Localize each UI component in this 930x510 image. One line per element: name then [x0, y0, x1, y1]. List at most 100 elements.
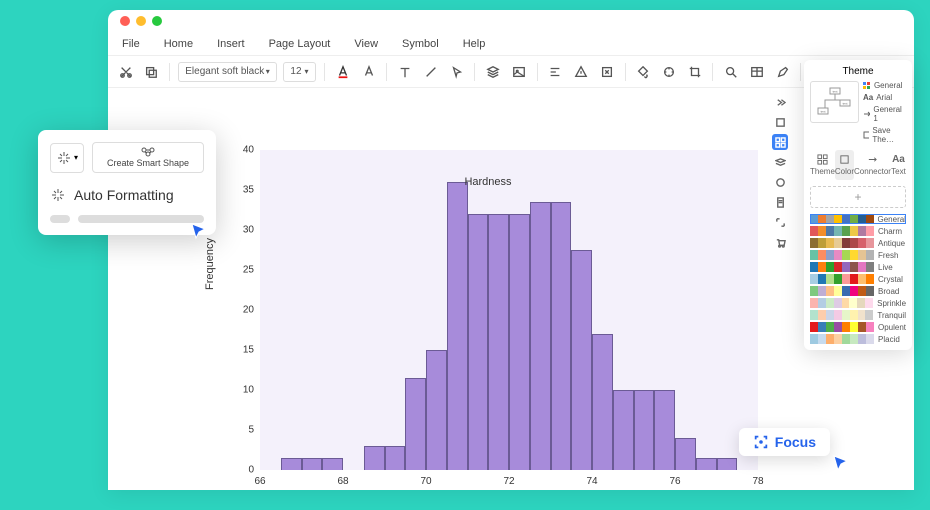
histogram-bar [530, 202, 551, 470]
histogram-bar [551, 202, 572, 470]
menu-file[interactable]: File [122, 38, 140, 50]
y-tick: 5 [248, 425, 254, 436]
menu-view[interactable]: View [354, 38, 378, 50]
histogram-bar [613, 390, 634, 470]
focus-button[interactable]: Focus [739, 428, 830, 456]
histogram-bar [426, 350, 447, 470]
histogram-bar [385, 446, 406, 470]
menu-page-layout[interactable]: Page Layout [269, 38, 331, 50]
cart-icon[interactable] [772, 234, 788, 250]
color-scheme-row[interactable]: Tranquil [810, 310, 906, 320]
x-tick: 66 [254, 476, 265, 487]
spark-icon[interactable]: ▾ [50, 143, 84, 173]
maximize-icon[interactable] [152, 16, 162, 26]
theme-thumbnail[interactable]: texttexttext [810, 81, 859, 123]
y-tick: 35 [243, 185, 254, 196]
cut-icon[interactable] [116, 62, 136, 82]
circle-icon[interactable] [772, 174, 788, 190]
color-scheme-label: General [878, 215, 906, 224]
app-window: File Home Insert Page Layout View Symbol… [108, 10, 914, 490]
tab-color[interactable]: Color [835, 150, 854, 180]
close-icon[interactable] [120, 16, 130, 26]
theme-panel-title: Theme [810, 66, 906, 77]
color-scheme-row[interactable]: General [810, 214, 906, 224]
side-toolbar [770, 88, 790, 250]
format-slider[interactable] [50, 215, 204, 223]
color-scheme-label: Opulent [878, 323, 906, 332]
x-axis-label: Hardness [464, 176, 511, 188]
histogram-bar [468, 214, 489, 470]
grid-icon[interactable] [772, 134, 788, 150]
pointer-icon[interactable] [447, 62, 467, 82]
layers-icon[interactable] [483, 62, 503, 82]
link-icon[interactable] [597, 62, 617, 82]
y-tick: 20 [243, 305, 254, 316]
line-tool-icon[interactable] [421, 62, 441, 82]
fill-icon[interactable] [634, 62, 654, 82]
color-scheme-label: Crystal [878, 275, 906, 284]
menu-help[interactable]: Help [463, 38, 486, 50]
font-select[interactable]: Elegant soft black▾ [178, 62, 276, 82]
x-tick: 78 [752, 476, 763, 487]
theme-panel: Theme texttexttext General AaArial Gener… [804, 60, 912, 350]
pen-icon[interactable] [773, 62, 793, 82]
create-smart-shape-button[interactable]: Create Smart Shape [92, 142, 204, 173]
x-tick: 76 [669, 476, 680, 487]
histogram-bar [696, 458, 717, 470]
tab-text[interactable]: AaText [891, 150, 906, 180]
menubar: File Home Insert Page Layout View Symbol… [108, 32, 914, 56]
menu-home[interactable]: Home [164, 38, 193, 50]
tab-theme[interactable]: Theme [810, 150, 835, 180]
y-tick: 0 [248, 465, 254, 476]
color-scheme-row[interactable]: Antique [810, 238, 906, 248]
histogram-bar [675, 438, 696, 470]
add-theme-button[interactable]: + [810, 186, 906, 208]
minimize-icon[interactable] [136, 16, 146, 26]
histogram-bar [654, 390, 675, 470]
histogram-bar [488, 214, 509, 470]
histogram-bar [281, 458, 302, 470]
svg-text:text: text [843, 102, 848, 106]
menu-insert[interactable]: Insert [217, 38, 245, 50]
layers-icon[interactable] [772, 154, 788, 170]
table-icon[interactable] [747, 62, 767, 82]
toolbar: Elegant soft black▾ 12▾ [108, 56, 914, 88]
font-color-icon[interactable] [333, 62, 353, 82]
theme-icon[interactable] [659, 62, 679, 82]
color-scheme-row[interactable]: Live [810, 262, 906, 272]
search-icon[interactable] [721, 62, 741, 82]
align-left-icon[interactable] [546, 62, 566, 82]
color-scheme-row[interactable]: Fresh [810, 250, 906, 260]
menu-symbol[interactable]: Symbol [402, 38, 439, 50]
color-scheme-row[interactable]: Crystal [810, 274, 906, 284]
histogram-bar [322, 458, 343, 470]
histogram-bar [509, 214, 530, 470]
color-scheme-row[interactable]: Sprinkle [810, 298, 906, 308]
color-scheme-label: Charm [878, 227, 906, 236]
chevron-right-icon[interactable] [772, 94, 788, 110]
histogram-chart: 0510152025303540 Frequency 6668707274767… [218, 150, 758, 510]
font-size-select[interactable]: 12▾ [283, 62, 316, 82]
histogram-bar [592, 334, 613, 470]
color-scheme-row[interactable]: Charm [810, 226, 906, 236]
text-tool-icon[interactable] [395, 62, 415, 82]
color-scheme-label: Fresh [878, 251, 906, 260]
expand-icon[interactable] [772, 214, 788, 230]
y-tick: 40 [243, 145, 254, 156]
highlight-icon[interactable] [359, 62, 379, 82]
histogram-bar [571, 250, 592, 470]
color-scheme-row[interactable]: Broad [810, 286, 906, 296]
page-icon[interactable] [772, 194, 788, 210]
color-scheme-row[interactable]: Placid [810, 334, 906, 344]
crop-icon[interactable] [685, 62, 705, 82]
y-tick: 15 [243, 345, 254, 356]
color-scheme-row[interactable]: Opulent [810, 322, 906, 332]
image-icon[interactable] [509, 62, 529, 82]
color-scheme-label: Live [878, 263, 906, 272]
auto-formatting-row[interactable]: Auto Formatting [50, 187, 204, 203]
svg-text:text: text [833, 90, 838, 94]
warning-icon[interactable] [571, 62, 591, 82]
shapes-icon[interactable] [772, 114, 788, 130]
tab-connector[interactable]: Connector [854, 150, 891, 180]
copy-icon[interactable] [142, 62, 162, 82]
